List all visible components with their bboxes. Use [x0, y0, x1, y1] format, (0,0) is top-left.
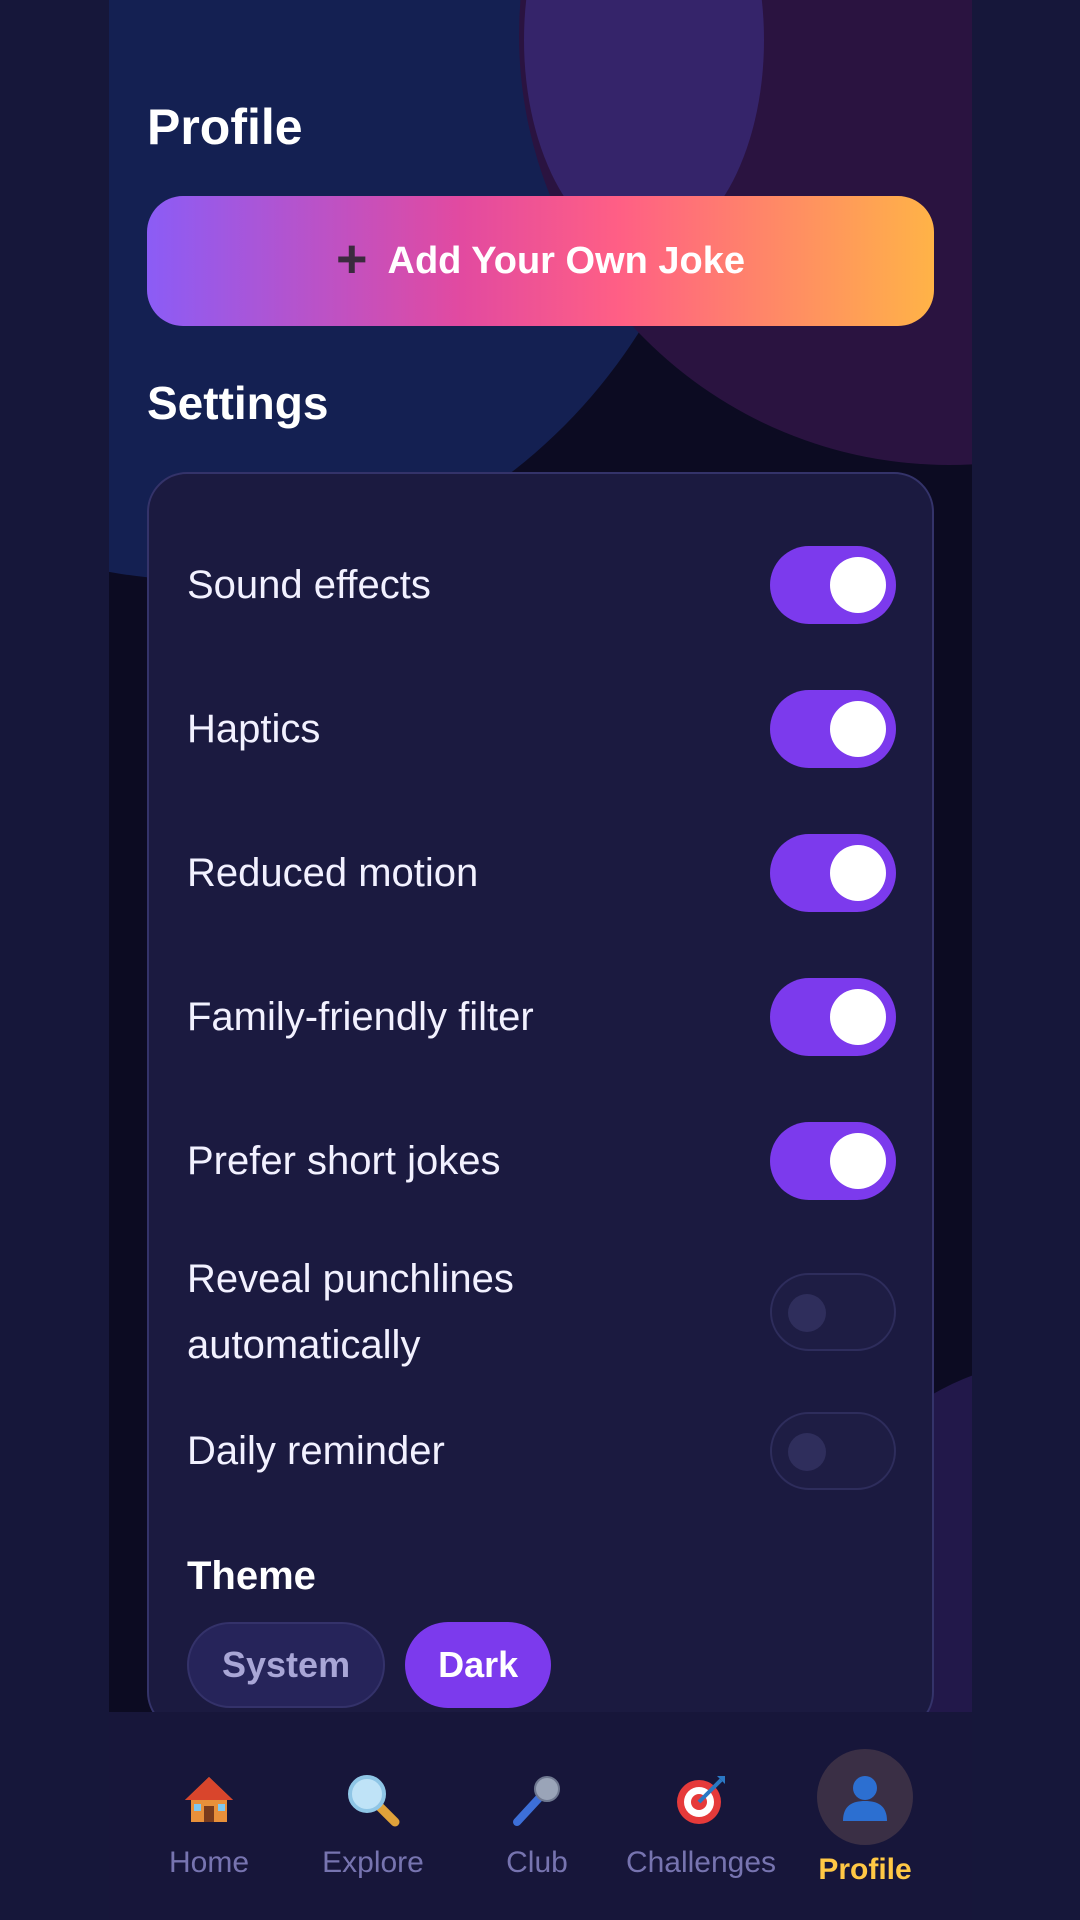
sound-effects-toggle[interactable]: [770, 546, 896, 624]
toggle-knob: [830, 557, 886, 613]
tab-label: Challenges: [625, 1846, 777, 1879]
theme-option-dark[interactable]: Dark: [405, 1622, 552, 1708]
add-joke-button[interactable]: + Add Your Own Joke: [147, 196, 934, 326]
toggle-knob: [830, 989, 886, 1045]
setting-label: Haptics: [187, 707, 321, 751]
haptics-toggle[interactable]: [770, 690, 896, 768]
plus-icon: +: [335, 229, 368, 289]
user-icon: [817, 1749, 913, 1845]
setting-row-haptics: Haptics: [187, 690, 896, 768]
theme-options: System Dark: [187, 1622, 552, 1708]
toggle-knob: [830, 701, 886, 757]
setting-label: Daily reminder: [187, 1429, 445, 1473]
family-friendly-toggle[interactable]: [770, 978, 896, 1056]
setting-row-reveal-punchlines: Reveal punchlines automatically: [187, 1246, 896, 1378]
theme-option-system[interactable]: System: [187, 1622, 386, 1708]
tab-label: Home: [168, 1846, 250, 1879]
toggle-knob: [788, 1294, 826, 1332]
setting-row-sound-effects: Sound effects: [187, 546, 896, 624]
tab-challenges[interactable]: Challenges: [619, 1712, 783, 1920]
bottom-tab-bar: Home Explore Club Challenges Profile: [109, 1712, 972, 1920]
setting-label: Reduced motion: [187, 851, 479, 895]
daily-reminder-toggle[interactable]: [770, 1412, 896, 1490]
tab-club[interactable]: Club: [455, 1712, 619, 1920]
tab-label: Club: [506, 1846, 568, 1879]
tab-profile[interactable]: Profile: [783, 1712, 947, 1920]
setting-row-family-friendly: Family-friendly filter: [187, 978, 896, 1056]
setting-row-short-jokes: Prefer short jokes: [187, 1122, 896, 1200]
reduced-motion-toggle[interactable]: [770, 834, 896, 912]
magnifier-icon: [343, 1770, 403, 1830]
reveal-punchlines-toggle[interactable]: [770, 1273, 896, 1351]
toggle-knob: [788, 1433, 826, 1471]
tab-explore[interactable]: Explore: [291, 1712, 455, 1920]
house-icon: [179, 1770, 239, 1830]
setting-label: Prefer short jokes: [187, 1139, 501, 1183]
theme-title: Theme: [187, 1554, 316, 1598]
target-icon: [671, 1770, 731, 1830]
tab-home[interactable]: Home: [127, 1712, 291, 1920]
profile-screen: Profile + Add Your Own Joke Settings Sou…: [109, 0, 972, 1920]
setting-label: Family-friendly filter: [187, 995, 534, 1039]
tab-label: Profile: [818, 1853, 912, 1886]
setting-label: Sound effects: [187, 563, 431, 607]
setting-label: Reveal punchlines automatically: [187, 1257, 514, 1367]
toggle-knob: [830, 845, 886, 901]
microphone-icon: [507, 1770, 567, 1830]
short-jokes-toggle[interactable]: [770, 1122, 896, 1200]
settings-card: Sound effects Haptics Reduced motion Fam…: [147, 472, 934, 1732]
toggle-knob: [830, 1133, 886, 1189]
page-title: Profile: [147, 99, 303, 155]
add-joke-label: Add Your Own Joke: [387, 239, 746, 282]
settings-title: Settings: [147, 377, 329, 429]
setting-row-daily-reminder: Daily reminder: [187, 1412, 896, 1490]
setting-row-reduced-motion: Reduced motion: [187, 834, 896, 912]
tab-label: Explore: [322, 1846, 424, 1879]
